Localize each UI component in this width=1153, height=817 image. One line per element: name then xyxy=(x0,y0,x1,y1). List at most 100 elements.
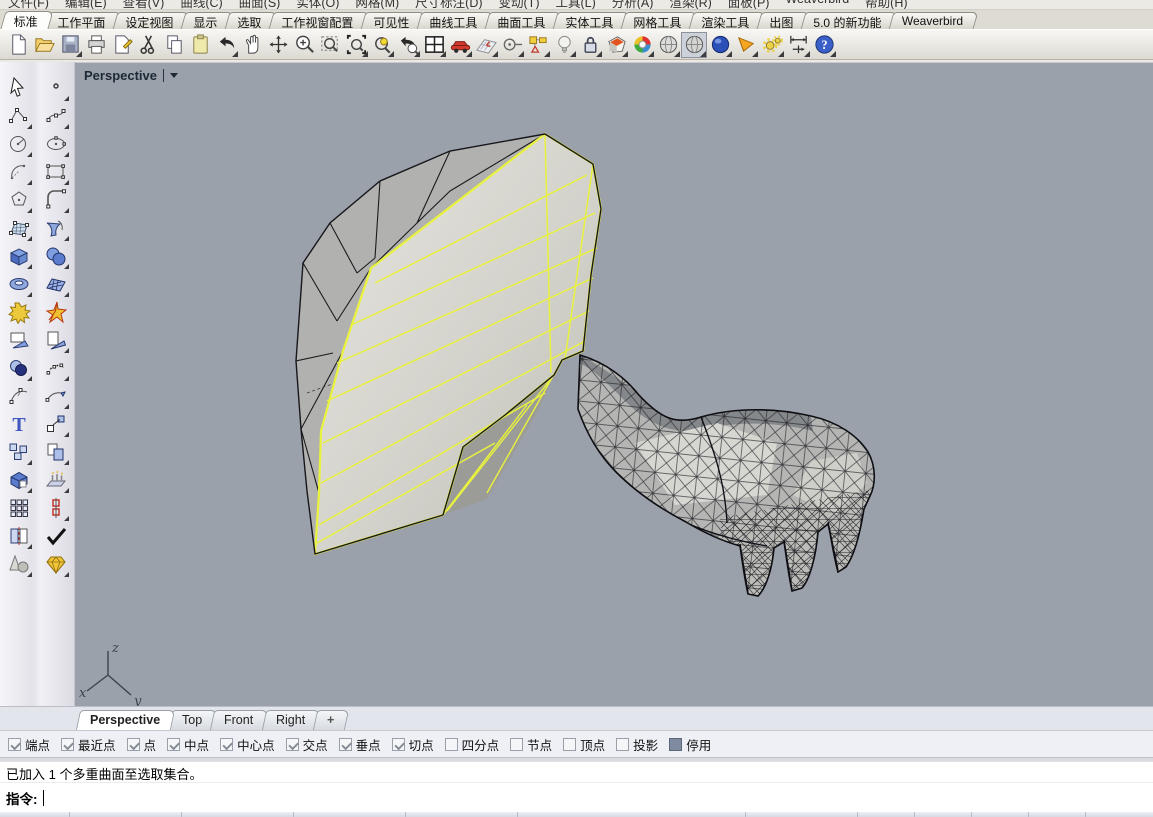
control-point-curve-tool-button[interactable] xyxy=(6,103,32,129)
set-view-button[interactable] xyxy=(499,32,525,58)
menu-item[interactable]: 尺寸标注(D) xyxy=(415,0,482,10)
flyout-triangle-icon[interactable] xyxy=(570,51,576,57)
check-tool-button[interactable] xyxy=(43,523,69,549)
zoom-window-button[interactable] xyxy=(317,32,343,58)
osnap-item-停用[interactable]: 停用 xyxy=(669,735,711,754)
flyout-triangle-icon[interactable] xyxy=(64,516,69,521)
menu-item[interactable]: 查看(V) xyxy=(123,0,165,10)
box-tool-button[interactable] xyxy=(6,243,32,269)
flyout-triangle-icon[interactable] xyxy=(64,572,69,577)
add-viewport-tab-button[interactable]: + xyxy=(313,710,350,730)
render-sphere-button[interactable] xyxy=(655,32,681,58)
undo-button[interactable] xyxy=(213,32,239,58)
flyout-triangle-icon[interactable] xyxy=(492,51,498,57)
cut-button[interactable] xyxy=(135,32,161,58)
flyout-triangle-icon[interactable] xyxy=(674,51,680,57)
flyout-triangle-icon[interactable] xyxy=(414,51,420,57)
osnap-item-四分点[interactable]: 四分点 xyxy=(445,735,500,754)
rectangle-tool-button[interactable] xyxy=(43,159,69,185)
flyout-triangle-icon[interactable] xyxy=(64,404,69,409)
notify-cone-button[interactable] xyxy=(733,32,759,58)
menu-item[interactable]: 曲线(C) xyxy=(180,0,222,10)
flyout-triangle-icon[interactable] xyxy=(64,180,69,185)
osnap-checkbox[interactable] xyxy=(286,738,299,751)
command-input-line[interactable]: 指令: xyxy=(0,782,1153,812)
sphere-union-tool-button[interactable] xyxy=(43,243,69,269)
print-button[interactable] xyxy=(83,32,109,58)
undo-view-button[interactable] xyxy=(395,32,421,58)
flyout-triangle-icon[interactable] xyxy=(27,236,32,241)
dimension-button[interactable] xyxy=(785,32,811,58)
copy-object-tool-button[interactable] xyxy=(43,439,69,465)
zoom-extents-button[interactable] xyxy=(343,32,369,58)
menu-item[interactable]: Weaverbird xyxy=(785,0,849,10)
new-file-button[interactable] xyxy=(5,32,31,58)
flyout-triangle-icon[interactable] xyxy=(27,152,32,157)
fillet-corner-tool-button[interactable] xyxy=(43,187,69,213)
menu-item[interactable]: 实体(O) xyxy=(296,0,339,10)
arc-tool-button[interactable] xyxy=(6,159,32,185)
flyout-triangle-icon[interactable] xyxy=(388,51,394,57)
toolbar-group-tab-曲面工具[interactable]: 曲面工具 xyxy=(485,12,562,29)
surface-from-points-tool-button[interactable] xyxy=(6,215,32,241)
puzzle-tool-button[interactable] xyxy=(6,299,32,325)
gem-tool-button[interactable] xyxy=(43,551,69,577)
paste-button[interactable] xyxy=(187,32,213,58)
open-folder-button[interactable] xyxy=(31,32,57,58)
osnap-item-交点[interactable]: 交点 xyxy=(286,735,328,754)
osnap-item-垂点[interactable]: 垂点 xyxy=(339,735,381,754)
flyout-triangle-icon[interactable] xyxy=(64,124,69,129)
curve-interpolate-tool-button[interactable] xyxy=(43,103,69,129)
torus-tool-button[interactable] xyxy=(6,271,32,297)
flyout-triangle-icon[interactable] xyxy=(596,51,602,57)
menu-item[interactable]: 网格(M) xyxy=(355,0,399,10)
menu-item[interactable]: 工具(L) xyxy=(555,0,595,10)
zoom-selected-button[interactable] xyxy=(369,32,395,58)
flyout-triangle-icon[interactable] xyxy=(27,544,32,549)
render-blue-button[interactable] xyxy=(707,32,733,58)
flyout-triangle-icon[interactable] xyxy=(64,264,69,269)
adjust-curve-tool-button[interactable] xyxy=(6,383,32,409)
osnap-checkbox[interactable] xyxy=(510,738,523,751)
viewport-title-dropdown[interactable]: Perspective xyxy=(84,68,178,83)
cone-sphere-tool-button[interactable] xyxy=(6,551,32,577)
save-button[interactable] xyxy=(57,32,83,58)
display-mode-button[interactable] xyxy=(603,32,629,58)
flyout-triangle-icon[interactable] xyxy=(27,488,32,493)
osnap-checkbox[interactable] xyxy=(127,738,140,751)
circle-tool-button[interactable] xyxy=(6,131,32,157)
import-page-button[interactable] xyxy=(109,32,135,58)
osnap-item-切点[interactable]: 切点 xyxy=(392,735,434,754)
split-tool-button[interactable] xyxy=(6,523,32,549)
lights-tool-button[interactable] xyxy=(43,467,69,493)
array-tool-button[interactable] xyxy=(6,495,32,521)
flyout-triangle-icon[interactable] xyxy=(76,51,82,57)
osnap-checkbox[interactable] xyxy=(669,738,682,751)
flyout-triangle-icon[interactable] xyxy=(27,208,32,213)
help-button[interactable]: ? xyxy=(811,32,837,58)
flyout-triangle-icon[interactable] xyxy=(622,51,628,57)
osnap-item-端点[interactable]: 端点 xyxy=(8,735,50,754)
pan-hand-button[interactable] xyxy=(239,32,265,58)
flyout-triangle-icon[interactable] xyxy=(64,292,69,297)
osnap-item-中点[interactable]: 中点 xyxy=(167,735,209,754)
mesh-patch-tool-button[interactable] xyxy=(43,271,69,297)
flyout-triangle-icon[interactable] xyxy=(64,152,69,157)
menu-item[interactable]: 分析(A) xyxy=(612,0,654,10)
toolbar-group-tab-渲染工具[interactable]: 渲染工具 xyxy=(689,12,766,29)
toolbar-group-tab-5.0 的新功能[interactable]: 5.0 的新功能 xyxy=(801,12,898,29)
flyout-triangle-icon[interactable] xyxy=(232,51,238,57)
flyout-triangle-icon[interactable] xyxy=(726,51,732,57)
flyout-triangle-icon[interactable] xyxy=(544,51,550,57)
menu-item[interactable]: 编辑(E) xyxy=(65,0,107,10)
extend-curve-tool-button[interactable] xyxy=(43,383,69,409)
block-tool-button[interactable] xyxy=(6,439,32,465)
named-view-button[interactable] xyxy=(447,32,473,58)
menu-item[interactable]: 曲面(S) xyxy=(239,0,281,10)
explode-tool-button[interactable] xyxy=(43,299,69,325)
toolbar-group-tab-工作平面[interactable]: 工作平面 xyxy=(45,12,122,29)
render-sphere-2-button[interactable] xyxy=(681,32,707,58)
move-tool-button[interactable] xyxy=(43,411,69,437)
flyout-triangle-icon[interactable] xyxy=(752,51,758,57)
toolbar-group-tab-网格工具[interactable]: 网格工具 xyxy=(621,12,698,29)
